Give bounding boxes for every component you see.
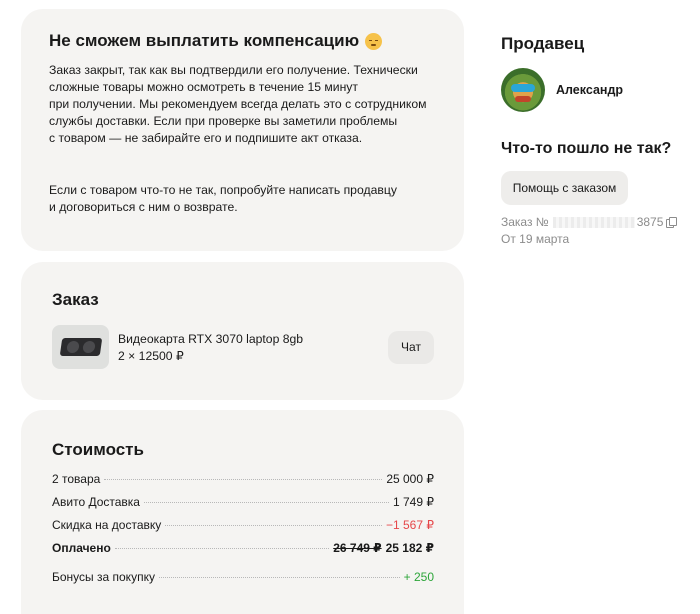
cost-row-paid: Оплачено 26 749 ₽25 182 ₽ <box>52 541 434 564</box>
order-title: Заказ <box>52 290 99 309</box>
product-thumbnail[interactable] <box>52 325 109 369</box>
order-number: Заказ № 3875 <box>501 214 691 230</box>
leader-dots <box>114 548 330 549</box>
masked-order-number <box>552 216 635 228</box>
order-date: От 19 марта <box>501 232 570 246</box>
sidebar: Продавец Александр Что-то пошло не так? … <box>501 34 691 247</box>
refund-title: Не сможем выплатить компенсацию <box>49 31 436 51</box>
cost-row-discount: Скидка на доставку −1 567 ₽ <box>52 518 434 541</box>
cost-row-bonus: Бонусы за покупку + 250 <box>52 570 434 593</box>
leader-dots <box>165 525 382 526</box>
chat-button[interactable]: Чат <box>388 330 434 364</box>
avatar[interactable] <box>501 68 545 112</box>
product-name[interactable]: Видеокарта RTX 3070 laptop 8gb <box>118 331 388 347</box>
bonus-label: Бонусы за покупку <box>52 570 155 584</box>
order-item: Видеокарта RTX 3070 laptop 8gb 2 × 12500… <box>52 325 434 369</box>
leader-dots <box>104 479 383 480</box>
copy-icon[interactable] <box>666 216 678 228</box>
cost-row-items: 2 товара 25 000 ₽ <box>52 472 434 495</box>
paid-total: 25 182 ₽ <box>385 541 434 555</box>
cost-label: Скидка на доставку <box>52 518 162 532</box>
cost-row-delivery: Авито Доставка 1 749 ₽ <box>52 495 434 518</box>
seller-profile[interactable]: Александр <box>501 68 691 112</box>
order-help-button[interactable]: Помощь с заказом <box>501 171 628 205</box>
support-title: Что-то пошло не так? <box>501 140 672 157</box>
order-card: Заказ Видеокарта RTX 3070 laptop 8gb 2 ×… <box>21 262 464 400</box>
cost-value: 1 749 ₽ <box>393 495 434 509</box>
refund-advice: Если с товаром что-то не так, попробуйте… <box>49 183 397 214</box>
discount-value: −1 567 ₽ <box>385 518 434 532</box>
order-number-suffix: 3875 <box>636 215 664 229</box>
seller-title: Продавец <box>501 34 585 53</box>
refund-card: Не сможем выплатить компенсацию Заказ за… <box>21 9 464 251</box>
cost-title: Стоимость <box>52 440 144 459</box>
cost-label: Авито Доставка <box>52 495 140 509</box>
pensive-face-icon <box>365 32 383 50</box>
leader-dots <box>143 502 389 503</box>
refund-title-text: Не сможем выплатить компенсацию <box>49 31 360 50</box>
product-quantity-price: 2 × 12500 ₽ <box>118 348 184 363</box>
cost-value: 25 000 ₽ <box>386 472 434 486</box>
cost-card: Стоимость 2 товара 25 000 ₽ Авито Достав… <box>21 410 464 614</box>
refund-explanation: Заказ закрыт, так как вы подтвердили его… <box>49 63 427 145</box>
bonus-value: + 250 <box>403 570 434 584</box>
seller-name[interactable]: Александр <box>556 83 623 97</box>
order-number-prefix: Заказ № <box>501 215 549 229</box>
paid-label: Оплачено <box>52 541 111 555</box>
leader-dots <box>158 577 400 578</box>
paid-old-price: 26 749 ₽ <box>333 541 382 555</box>
cost-label: 2 товара <box>52 472 101 486</box>
